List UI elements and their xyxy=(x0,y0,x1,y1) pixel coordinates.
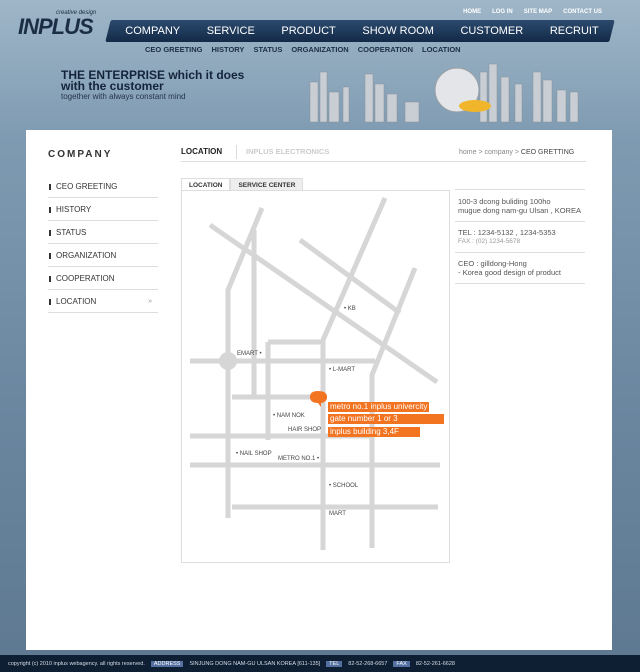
breadcrumb-company[interactable]: company xyxy=(485,149,513,156)
map-callout: metro no.1 inplus univercity xyxy=(328,402,430,412)
copyright: copyright (c) 2010 inplus webagency. all… xyxy=(8,660,145,667)
logo-tagline: creative design xyxy=(56,10,97,16)
main-nav: COMPANY SERVICE PRODUCT SHOW ROOM CUSTOM… xyxy=(112,20,612,42)
address-line2: mugue dong nam-gu Ulsan , KOREA xyxy=(458,206,581,215)
label-text: HAIR SHOP xyxy=(288,427,322,433)
map-roads xyxy=(190,196,440,550)
map-label-emart: EMART • xyxy=(237,351,262,357)
breadcrumb-home[interactable]: home xyxy=(459,149,477,156)
tel-badge: TEL xyxy=(326,660,343,667)
utility-nav: HOME LOG IN SITE MAP CONTACT US xyxy=(463,9,602,15)
util-sitemap[interactable]: SITE MAP xyxy=(524,9,552,15)
map-label-school: • SCHOOL xyxy=(329,483,359,489)
sidebar-item-label: STATUS xyxy=(56,227,87,237)
map-label-mart: MART xyxy=(329,511,346,517)
map-label-namnok: • NAM NOK xyxy=(273,413,305,419)
subnav-cooperation[interactable]: COOPERATION xyxy=(358,45,413,54)
sidebar-item-label: HISTORY xyxy=(56,204,92,214)
sidebar-item-history[interactable]: HISTORY xyxy=(48,198,158,221)
subnav-organization[interactable]: ORGANIZATION xyxy=(291,45,348,54)
slogan-line2: with the customer xyxy=(61,79,164,93)
chevron-right-icon: » xyxy=(148,297,152,305)
breadcrumb-sep: > xyxy=(478,149,483,156)
map-label-hairshop: HAIR SHOP xyxy=(288,427,321,433)
util-contact[interactable]: CONTACT US xyxy=(563,9,602,15)
footer-address: SINJUNG DONG NAM-GU ULSAN KOREA [611-135… xyxy=(189,660,321,667)
subnav-history[interactable]: HISTORY xyxy=(212,45,245,54)
sidebar-item-label: CEO GREETING xyxy=(56,181,118,191)
sidebar-item-status[interactable]: STATUS xyxy=(48,221,158,244)
map-callout: inplus building 3,4F xyxy=(328,427,420,437)
label-text: SCHOOL xyxy=(332,483,359,489)
nav-customer[interactable]: CUSTOMER xyxy=(460,25,523,37)
address-line1: 100-3 dcong buliding 100ho xyxy=(458,197,551,206)
nav-recruit[interactable]: RECRUIT xyxy=(550,25,599,37)
subnav-ceo[interactable]: CEO GREETING xyxy=(145,45,203,54)
sidebar-item-organization[interactable]: ORGANIZATION xyxy=(48,244,158,267)
tab-inplus-electronics[interactable]: INPLUS ELECTRONICS xyxy=(246,147,329,156)
ceo: CEO : gilldong-Hong xyxy=(458,259,527,268)
map-label-metro: METRO NO.1 • xyxy=(278,456,320,462)
label-text: EMART xyxy=(237,351,258,357)
tab-location[interactable]: LOCATION xyxy=(181,147,222,156)
label-text: MART xyxy=(329,511,346,517)
nav-service[interactable]: SERVICE xyxy=(207,25,255,37)
subnav-location[interactable]: LOCATION xyxy=(422,45,461,54)
nav-company[interactable]: COMPANY xyxy=(125,25,180,37)
map-label-kb: • KB xyxy=(344,306,356,312)
fax: FAX : (02) 1234-5678 xyxy=(458,238,521,245)
divider xyxy=(181,161,586,162)
logo-text: INPLUS xyxy=(18,14,94,39)
location-map: • KB EMART • • L-MART • NAM NOK HAIR SHO… xyxy=(181,190,450,563)
sidebar-item-label: LOCATION xyxy=(56,296,97,306)
sidebar-menu: CEO GREETING HISTORY STATUS ORGANIZATION… xyxy=(48,175,158,313)
sidebar-item-label: ORGANIZATION xyxy=(56,250,117,260)
map-callout: gate number 1 or 3 xyxy=(328,414,444,424)
address-badge: ADDRESS xyxy=(150,660,184,667)
label-text: NAM NOK xyxy=(276,413,305,419)
divider xyxy=(236,145,237,159)
sidebar-item-location[interactable]: LOCATION » xyxy=(48,290,158,313)
fax-badge: FAX xyxy=(393,660,410,667)
subnav-status[interactable]: STATUS xyxy=(253,45,282,54)
breadcrumb: home > company > CEO GRETTING xyxy=(459,149,574,156)
tel: TEL : 1234-5132 , 1234-5353 xyxy=(458,228,556,237)
sub-nav: CEO GREETING HISTORY STATUS ORGANIZATION… xyxy=(145,45,461,54)
footer-tel: 82-52-268-6657 xyxy=(348,660,388,667)
sidebar-item-label: COOPERATION xyxy=(56,273,115,283)
util-login[interactable]: LOG IN xyxy=(492,9,513,15)
util-home[interactable]: HOME xyxy=(463,9,481,15)
label-text: NAIL SHOP xyxy=(239,451,272,457)
label-text: KB xyxy=(347,306,356,312)
label-text: L-MART xyxy=(332,367,356,373)
nav-product[interactable]: PRODUCT xyxy=(281,25,335,37)
city-skyline-image xyxy=(309,63,579,123)
footer-fax: 82-52-261-6628 xyxy=(415,660,455,667)
breadcrumb-current: CEO GRETTING xyxy=(520,149,575,156)
footer: copyright (c) 2010 inplus webagency. all… xyxy=(0,655,640,672)
label-text: METRO NO.1 xyxy=(278,456,316,462)
ceo-slogan: - Korea good design of product xyxy=(458,268,561,277)
contact-info: 100-3 dcong buliding 100ho mugue dong nam… xyxy=(455,189,585,284)
nav-showroom[interactable]: SHOW ROOM xyxy=(362,25,434,37)
sidebar-item-ceo-greeting[interactable]: CEO GREETING xyxy=(48,175,158,198)
sidebar-item-cooperation[interactable]: COOPERATION xyxy=(48,267,158,290)
map-label-lmart: • L-MART xyxy=(329,367,356,373)
map-label-nailshop: • NAIL SHOP xyxy=(236,451,272,457)
breadcrumb-sep: > xyxy=(514,149,519,156)
sidebar-title: COMPANY xyxy=(48,149,113,160)
logo[interactable]: INPLUS creative design xyxy=(18,10,96,40)
slogan: THE ENTERPRISE which it does with the cu… xyxy=(61,69,244,101)
slogan-line3: together with always constant mind xyxy=(61,92,186,101)
